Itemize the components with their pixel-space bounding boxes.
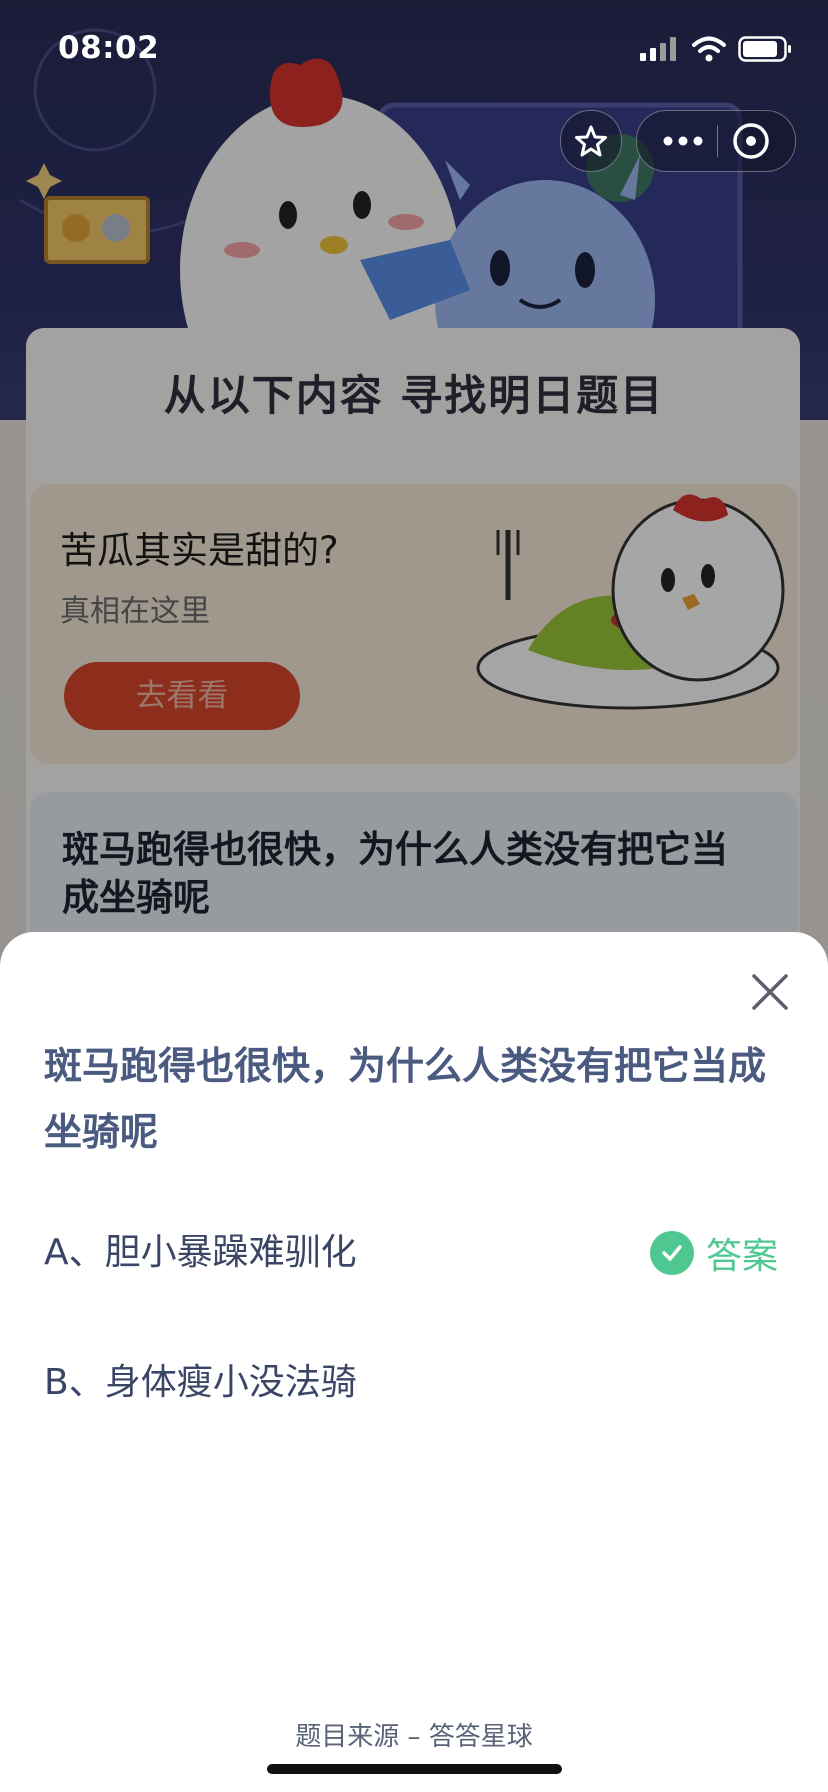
close-circle-icon[interactable]: [732, 122, 770, 160]
status-time: 08:02: [58, 30, 160, 66]
status-bar: 08:02: [0, 0, 828, 100]
favorite-button[interactable]: [560, 110, 622, 172]
answer-badge: 答案: [650, 1230, 779, 1277]
capsule-divider: [716, 125, 718, 157]
star-icon: [575, 125, 607, 157]
sheet-question-title: 斑马跑得也很快，为什么人类没有把它当成坐骑呢: [44, 1044, 767, 1154]
home-indicator: [267, 1764, 562, 1774]
status-icons: [640, 36, 792, 62]
signal-icon: [640, 37, 676, 61]
wifi-icon: [692, 36, 726, 62]
capsule-menu: [636, 110, 796, 172]
more-icon[interactable]: [663, 136, 703, 146]
check-circle: [650, 1231, 694, 1275]
option-b[interactable]: B、身体瘦小没法骑: [44, 1353, 784, 1413]
answer-label: 答案: [706, 1236, 779, 1277]
check-icon: [662, 1245, 682, 1261]
close-icon[interactable]: [748, 970, 792, 1014]
source-footer: 题目来源 – 答答星球: [295, 1722, 533, 1752]
battery-icon: [738, 36, 791, 62]
